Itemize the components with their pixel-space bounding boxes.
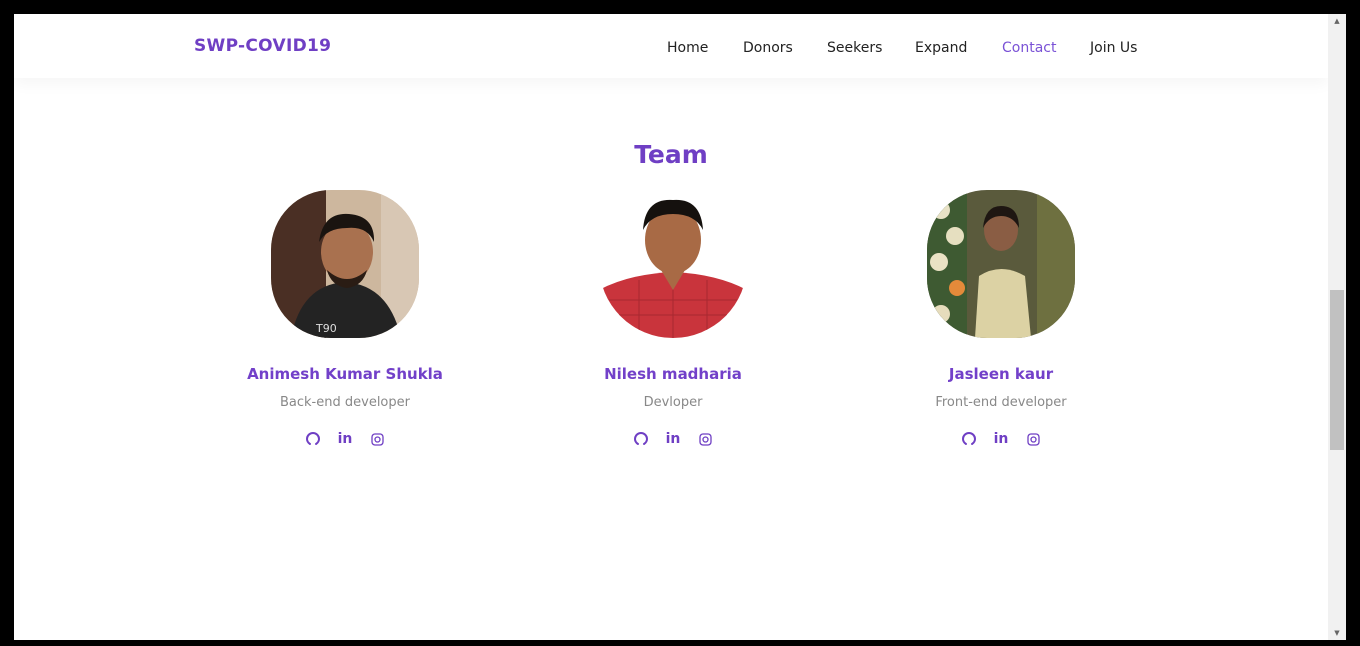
member-role: Devloper bbox=[643, 395, 703, 410]
nav-join-us[interactable]: Join Us bbox=[1090, 40, 1137, 56]
member-name: Nilesh madharia bbox=[604, 365, 742, 383]
team-heading: Team bbox=[634, 140, 708, 169]
scroll-down-arrow-icon[interactable]: ▼ bbox=[1328, 626, 1346, 640]
nav-expand[interactable]: Expand bbox=[915, 40, 967, 56]
scroll-up-arrow-icon[interactable]: ▲ bbox=[1328, 14, 1346, 28]
avatar: T90 bbox=[271, 190, 419, 338]
github-icon[interactable] bbox=[633, 431, 649, 447]
social-links: in bbox=[523, 430, 823, 448]
member-role: Front-end developer bbox=[935, 395, 1067, 410]
instagram-icon[interactable] bbox=[369, 431, 385, 447]
navbar: SWP-COVID19 Home Donors Seekers Expand C… bbox=[14, 14, 1328, 78]
team-member-card: Jasleen kaur Front-end developer in bbox=[851, 190, 1151, 448]
github-icon[interactable] bbox=[961, 431, 977, 447]
nav-menu: Home Donors Seekers Expand Contact Join … bbox=[14, 40, 1328, 60]
nav-contact[interactable]: Contact bbox=[1002, 40, 1056, 56]
vertical-scrollbar[interactable]: ▲ ▼ bbox=[1328, 14, 1346, 640]
instagram-icon[interactable] bbox=[697, 431, 713, 447]
linkedin-icon[interactable]: in bbox=[665, 431, 681, 447]
nav-seekers[interactable]: Seekers bbox=[827, 40, 882, 56]
svg-text:T90: T90 bbox=[315, 322, 337, 335]
github-icon[interactable] bbox=[305, 431, 321, 447]
linkedin-icon[interactable]: in bbox=[337, 431, 353, 447]
member-name: Jasleen kaur bbox=[948, 365, 1054, 383]
nav-donors[interactable]: Donors bbox=[743, 40, 793, 56]
team-member-card: Nilesh madharia Devloper in bbox=[523, 190, 823, 448]
avatar bbox=[599, 190, 747, 338]
scroll-thumb[interactable] bbox=[1330, 290, 1344, 450]
member-role: Back-end developer bbox=[280, 395, 410, 410]
nav-home[interactable]: Home bbox=[667, 40, 708, 56]
instagram-icon[interactable] bbox=[1025, 431, 1041, 447]
avatar bbox=[927, 190, 1075, 338]
social-links: in bbox=[195, 430, 495, 448]
linkedin-icon[interactable]: in bbox=[993, 431, 1009, 447]
browser-viewport: SWP-COVID19 Home Donors Seekers Expand C… bbox=[14, 14, 1328, 640]
member-name: Animesh Kumar Shukla bbox=[247, 365, 443, 383]
social-links: in bbox=[851, 430, 1151, 448]
team-member-card: T90 Animesh Kumar Shukla Back-end develo… bbox=[195, 190, 495, 448]
